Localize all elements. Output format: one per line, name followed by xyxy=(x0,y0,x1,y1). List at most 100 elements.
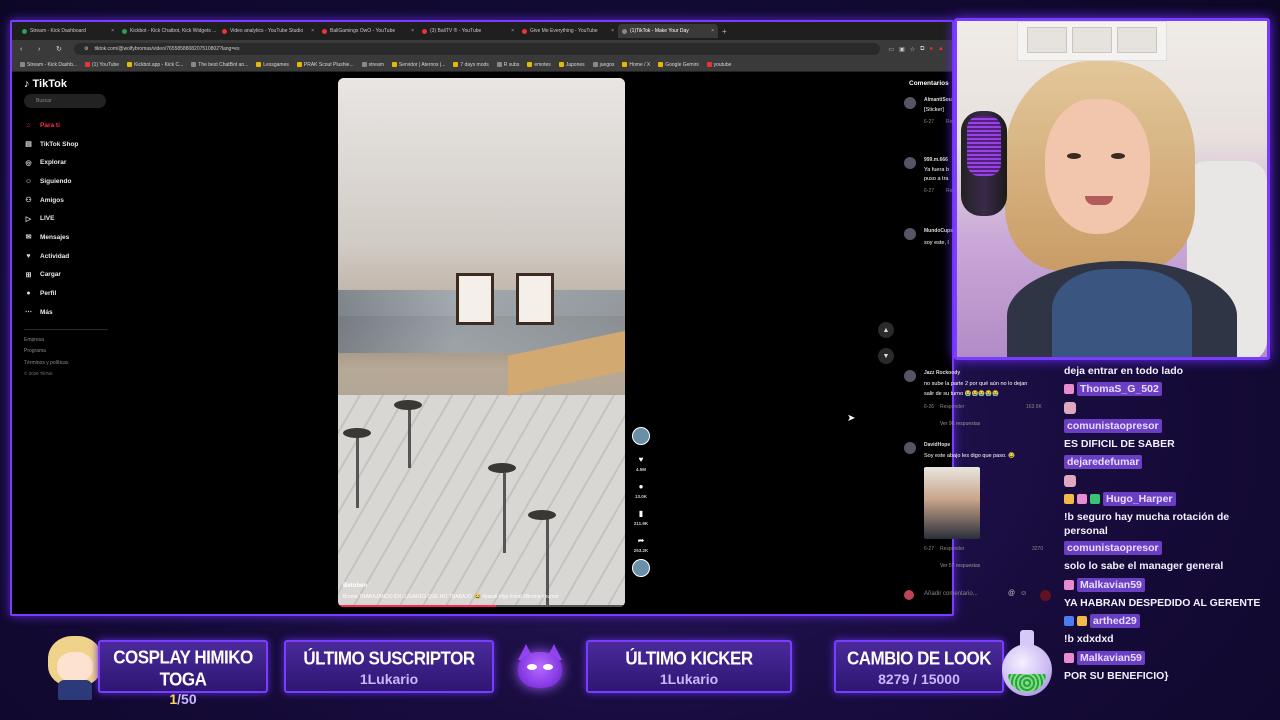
chevron-down-icon[interactable]: ▼ xyxy=(878,348,894,364)
comment-likes[interactable]: 163.6K xyxy=(1026,404,1042,410)
view-replies-button[interactable]: Ver 96 respuestas xyxy=(940,421,980,427)
close-icon[interactable]: × xyxy=(111,28,114,34)
chat-username[interactable]: arthed29 xyxy=(1090,614,1140,629)
footer-link[interactable]: Empresa xyxy=(24,337,120,349)
tab-label: (1)TikTok - Make Your Day xyxy=(630,28,689,34)
bookmark-item[interactable]: R subs xyxy=(496,62,519,68)
reload-icon[interactable]: ↻ xyxy=(56,45,66,53)
reply-button[interactable]: Responder xyxy=(940,404,964,410)
url-field[interactable]: ⚙ tiktok.com/@wolfybromas/video/76558588… xyxy=(74,43,881,55)
browser-tab[interactable]: Video analytics - YouTube Studio × xyxy=(218,24,318,38)
nav-item-siguiendo[interactable]: ☺ Siguiendo xyxy=(24,172,120,191)
mention-icon[interactable]: @ xyxy=(1008,590,1015,597)
footer-link: © 2026 TikTok xyxy=(24,371,53,377)
nav-item-mensajes[interactable]: ✉ Mensajes xyxy=(24,228,120,247)
star-icon[interactable]: ☆ xyxy=(910,46,915,53)
video-player[interactable]: Betoben Broma TRABAJANDO EN LUGARES QUE … xyxy=(338,78,625,607)
extension-icon[interactable]: ⧉ xyxy=(920,46,924,53)
bookmark-item[interactable]: Lessgames xyxy=(256,62,289,68)
bookmark-item[interactable]: 7 days mods xyxy=(453,62,489,68)
site-info-icon[interactable]: ⚙ xyxy=(84,46,88,52)
bookmark-item[interactable]: juegos xyxy=(592,62,614,68)
view-replies-button[interactable]: Ver 57 respuestas xyxy=(940,563,980,569)
kick-icon xyxy=(22,28,27,34)
browser-tab[interactable]: Stream - Kick Dashboard × xyxy=(18,24,118,38)
send-icon[interactable] xyxy=(1040,590,1051,601)
new-tab-icon[interactable]: + xyxy=(722,27,727,36)
search-input[interactable]: Buscar xyxy=(24,94,106,108)
commenter-avatar[interactable] xyxy=(904,228,916,240)
close-icon[interactable]: × xyxy=(311,28,314,34)
share-icon[interactable]: ➦ xyxy=(635,534,647,546)
bookmark-item[interactable]: (1) YouTube xyxy=(85,62,119,68)
bookmark-item[interactable]: youtube xyxy=(706,62,731,68)
comment-input[interactable]: Añadir comentario... xyxy=(924,591,978,597)
bookmark-icon[interactable]: ▮ xyxy=(635,507,647,519)
browser-tab[interactable]: Kickbot - Kick Chatbot, Kick Widgets ...… xyxy=(118,24,218,38)
nav-item-m-s[interactable]: ⋯ Más xyxy=(24,303,120,322)
footer-link[interactable]: Términos y políticas xyxy=(24,360,120,372)
nav-item-amigos[interactable]: ⚇ Amigos xyxy=(24,191,120,210)
forward-icon[interactable]: › xyxy=(38,46,48,53)
profile-icon[interactable]: ● xyxy=(929,46,933,53)
bookmark-item[interactable]: emotes xyxy=(527,62,551,68)
chevron-up-icon[interactable]: ▲ xyxy=(878,322,894,338)
screen-icon[interactable]: ▣ xyxy=(899,46,905,53)
comment-user[interactable]: DavidHope xyxy=(924,442,950,448)
commenter-avatar[interactable] xyxy=(904,97,916,109)
bookmark-item[interactable]: PRAK Scout Plushie... xyxy=(296,62,354,68)
author-avatar[interactable] xyxy=(632,427,650,445)
tiktok-logo[interactable]: ♪ TikTok xyxy=(24,78,120,90)
browser-tab[interactable]: (1)TikTok - Make Your Day × xyxy=(618,24,718,38)
cast-icon[interactable]: ▭ xyxy=(888,46,894,53)
emoji-icon[interactable]: ☺ xyxy=(1020,590,1027,597)
browser-tab[interactable]: Give Me Everything - YouTube × xyxy=(518,24,618,38)
bookmark-item[interactable]: The best ChatBot an... xyxy=(191,62,248,68)
heart-icon[interactable]: ♥ xyxy=(635,453,647,465)
bookmark-item[interactable]: Stream - Kick Dashb... xyxy=(20,62,77,68)
browser-tab[interactable]: BaliGamings OwO - YouTube × xyxy=(318,24,418,38)
footer-link[interactable]: Programa xyxy=(24,348,120,360)
nav-item-cargar[interactable]: ⊞ Cargar xyxy=(24,266,120,285)
chat-username[interactable]: Malkavian59 xyxy=(1077,650,1145,665)
video-author[interactable]: Betoben xyxy=(343,583,367,589)
commenter-avatar[interactable] xyxy=(904,442,916,454)
nav-item-perfil[interactable]: ● Perfil xyxy=(24,284,120,303)
commenter-avatar[interactable] xyxy=(904,370,916,382)
sound-disc-icon[interactable] xyxy=(632,559,650,577)
back-icon[interactable]: ‹ xyxy=(20,46,30,53)
bookmark-item[interactable]: Google Gemini xyxy=(658,62,699,68)
nav-item-explorar[interactable]: ◎ Explorar xyxy=(24,153,120,172)
comment-user[interactable]: AlmantiSou xyxy=(924,97,952,103)
close-icon[interactable]: × xyxy=(711,28,714,34)
nav-item-para-ti[interactable]: ⌂ Para ti xyxy=(24,116,120,135)
comment-user[interactable]: MundoCups xyxy=(924,228,953,234)
chat-username[interactable]: dejaredefumar xyxy=(1064,455,1143,470)
chat-username[interactable]: ThomaS_G_502 xyxy=(1077,382,1162,397)
alert-icon[interactable]: ▲ xyxy=(938,46,944,53)
chat-username[interactable]: Malkavian59 xyxy=(1077,577,1145,592)
close-icon[interactable]: × xyxy=(411,28,414,34)
bookmark-item[interactable]: Japones xyxy=(558,62,585,68)
chat-username[interactable]: comunistaopresor xyxy=(1064,541,1162,556)
video-progress[interactable] xyxy=(338,605,625,607)
bookmark-item[interactable]: Kickbot.app - Kick C... xyxy=(127,62,183,68)
bookmark-item[interactable]: Home / X xyxy=(622,62,650,68)
commenter-avatar[interactable] xyxy=(904,157,916,169)
browser-tab[interactable]: (3) BaliTV ® - YouTube × xyxy=(418,24,518,38)
comment-likes[interactable]: 3270 xyxy=(1032,546,1043,552)
chat-username[interactable]: Hugo_Harper xyxy=(1103,491,1176,506)
chat-username[interactable]: comunistaopresor xyxy=(1064,418,1162,433)
comment-user[interactable]: Jazz Rockoody xyxy=(924,370,960,376)
comment-icon[interactable]: ● xyxy=(635,480,647,492)
close-icon[interactable]: × xyxy=(511,28,514,34)
reply-button[interactable]: Responder xyxy=(940,546,964,552)
comment-photo[interactable] xyxy=(924,467,980,539)
nav-item-actividad[interactable]: ♥ Actividad xyxy=(24,247,120,266)
nav-item-live[interactable]: ▷ LIVE xyxy=(24,209,120,228)
bookmark-item[interactable]: Servidor | Aternos |... xyxy=(391,62,445,68)
bookmark-item[interactable]: stream xyxy=(361,62,384,68)
comment-user[interactable]: 999.m.666 xyxy=(924,157,948,163)
close-icon[interactable]: × xyxy=(611,28,614,34)
nav-item-tiktok-shop[interactable]: ▤ TikTok Shop xyxy=(24,135,120,154)
